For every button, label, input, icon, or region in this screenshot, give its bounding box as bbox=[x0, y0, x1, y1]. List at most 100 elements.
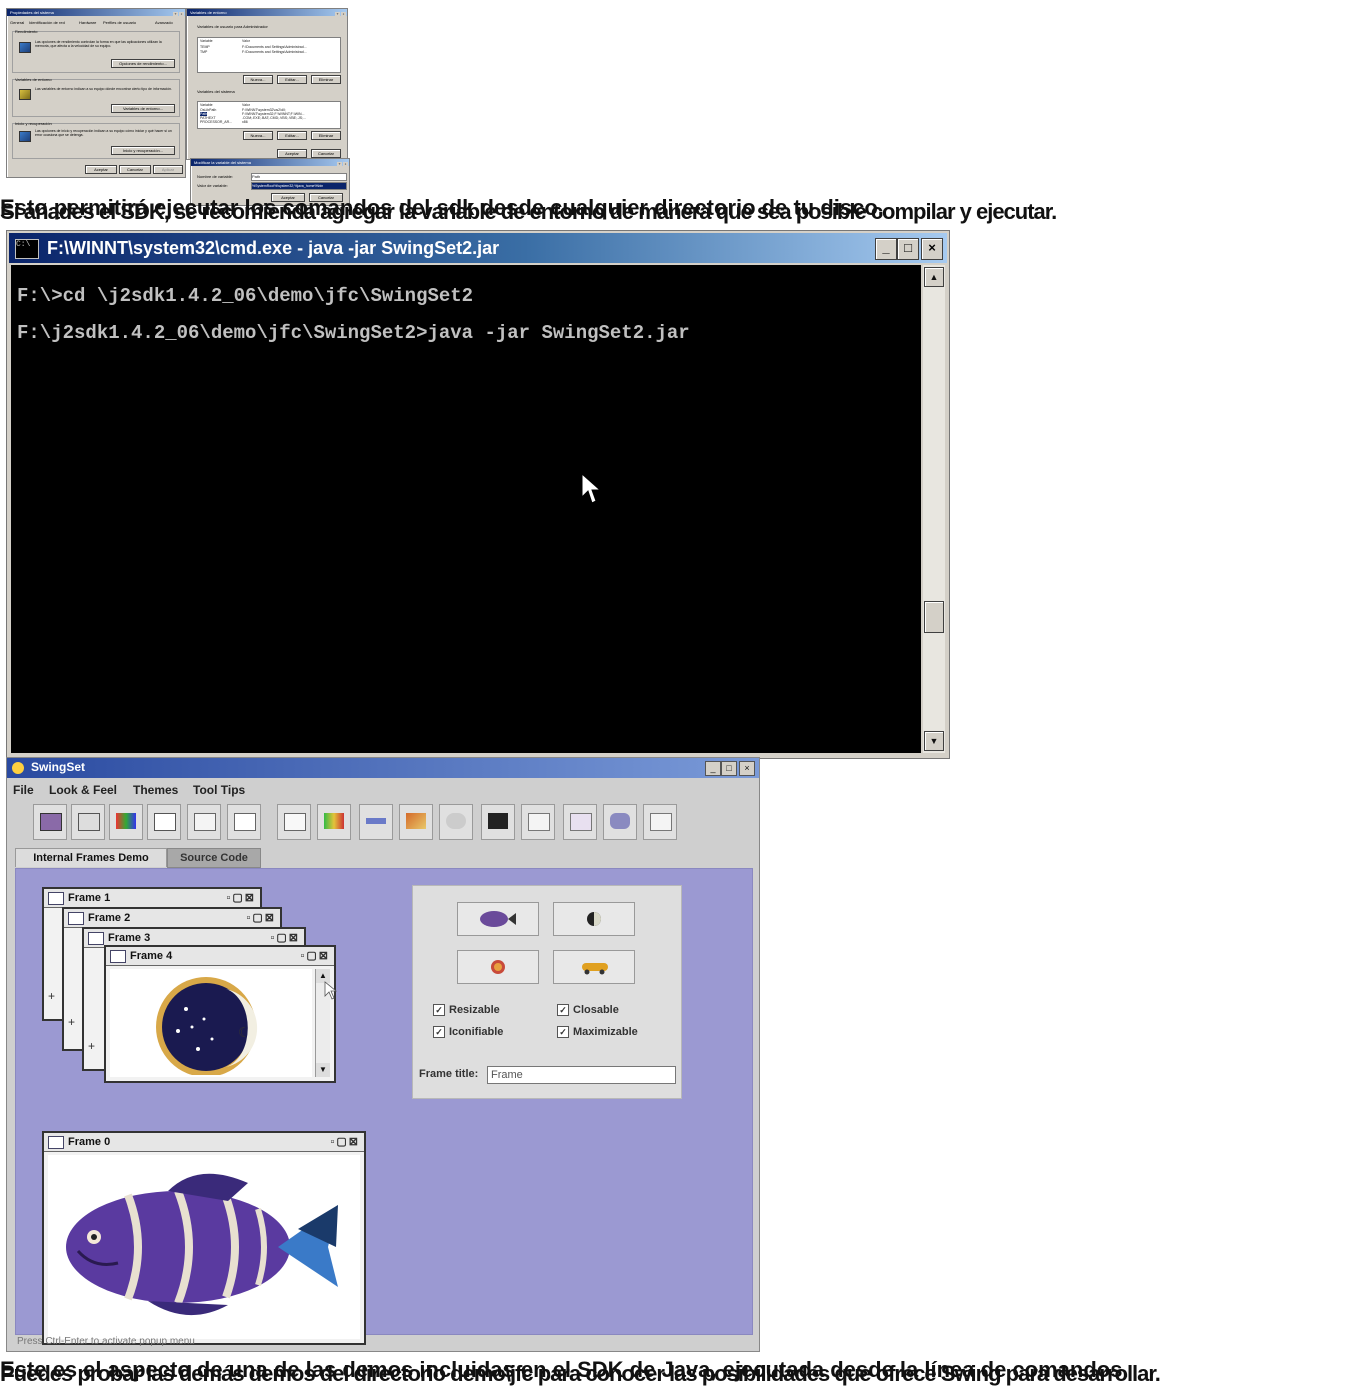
apply-button[interactable]: Aplicar bbox=[153, 165, 183, 174]
close-button[interactable]: × bbox=[341, 12, 346, 16]
tab-internal-frames-demo[interactable]: Internal Frames Demo bbox=[15, 848, 167, 867]
scroll-down-arrow-icon[interactable]: ▼ bbox=[316, 1063, 330, 1077]
performance-options-button[interactable]: Opciones de rendimiento... bbox=[111, 59, 175, 68]
menu-file[interactable]: File bbox=[13, 783, 34, 797]
cancel-button[interactable]: Cancelar bbox=[311, 149, 341, 158]
internal-frame-titlebar[interactable]: Frame 0 ▫▢⊠ bbox=[44, 1133, 364, 1152]
table-row[interactable]: F:\Documents and Settings\Administrad... bbox=[242, 50, 307, 54]
moon-image-icon: ☾ bbox=[156, 977, 258, 1075]
edit-user-var-button[interactable]: Editar... bbox=[277, 75, 307, 84]
create-cab-frame-button[interactable] bbox=[553, 950, 635, 984]
var-name-input[interactable]: Path bbox=[251, 173, 347, 181]
frame-controls[interactable]: ▫▢⊠ bbox=[330, 1133, 360, 1151]
maximize-button[interactable]: □ bbox=[721, 761, 737, 776]
ok-button[interactable]: Aceptar bbox=[277, 149, 307, 158]
swingset-titlebar[interactable]: SwingSet _ □ × bbox=[7, 758, 759, 778]
edit-system-var-button[interactable]: Editar... bbox=[277, 131, 307, 140]
table-row[interactable]: TEMP bbox=[200, 45, 210, 49]
close-button[interactable]: × bbox=[921, 238, 943, 260]
system-properties-titlebar: Propiedades del sistema ? × bbox=[7, 9, 185, 16]
scroll-pane-demo-button[interactable] bbox=[399, 804, 433, 840]
split-pane-demo-button[interactable] bbox=[481, 804, 515, 840]
user-vars-table[interactable]: Variable Valor TEMP F:\Documents and Set… bbox=[197, 37, 341, 73]
cancel-button[interactable]: Cancelar bbox=[119, 165, 151, 174]
help-button[interactable]: ? bbox=[335, 12, 340, 16]
internal-frame-4[interactable]: Frame 4 ▫▢⊠ ☾ ▲ ▼ bbox=[104, 945, 336, 1083]
var-value-input[interactable]: %SystemRoot%\system32;%java_home%\bin bbox=[251, 182, 347, 190]
buttons-demo-button[interactable] bbox=[71, 804, 105, 840]
scroll-up-arrow-icon[interactable]: ▲ bbox=[924, 267, 944, 287]
table-row[interactable]: PROCESSOR_AR... bbox=[200, 120, 232, 124]
frame-controls[interactable]: ▫▢⊠ bbox=[246, 909, 276, 927]
progress-bar-demo-button[interactable] bbox=[359, 804, 393, 840]
internal-frame-0[interactable]: Frame 0 ▫▢⊠ bbox=[42, 1131, 366, 1345]
internal-frame-titlebar[interactable]: Frame 1 ▫▢⊠ bbox=[44, 889, 260, 908]
create-moon-frame-button[interactable] bbox=[553, 902, 635, 936]
resizable-checkbox[interactable]: ✓ Resizable bbox=[433, 1004, 500, 1017]
table-header: Valor bbox=[242, 103, 250, 107]
scroll-down-arrow-icon[interactable]: ▼ bbox=[924, 731, 944, 751]
color-chooser-demo-button[interactable] bbox=[109, 804, 143, 840]
check-icon: ✓ bbox=[557, 1026, 569, 1039]
list-demo-button[interactable] bbox=[277, 804, 311, 840]
desktop-pane[interactable]: Frame 1 ▫▢⊠ + Frame 2 ▫▢⊠ + Frame 3 ▫▢⊠ + F… bbox=[15, 868, 753, 1345]
help-button[interactable]: ? bbox=[337, 162, 342, 166]
delete-system-var-button[interactable]: Eliminar bbox=[311, 131, 341, 140]
tab-user-profiles[interactable]: Perfiles de usuario bbox=[103, 20, 136, 25]
frame-controls[interactable]: ▫▢⊠ bbox=[226, 889, 256, 907]
internal-frame-titlebar[interactable]: Frame 2 ▫▢⊠ bbox=[64, 909, 280, 928]
menu-tool-tips[interactable]: Tool Tips bbox=[193, 783, 245, 797]
maximize-button[interactable]: □ bbox=[897, 238, 919, 260]
table-row[interactable]: TMP bbox=[200, 50, 207, 54]
file-chooser-demo-button[interactable] bbox=[187, 804, 221, 840]
table-row[interactable]: .COM;.EXE;.BAT;.CMD;.VBS;.VBE;.JS;... bbox=[242, 116, 306, 120]
new-user-var-button[interactable]: Nueva... bbox=[243, 75, 273, 84]
tooltip-demo-button[interactable] bbox=[603, 804, 637, 840]
system-vars-table[interactable]: Variable Valor OsLibPath F:\WINNT\system… bbox=[197, 101, 341, 129]
iconifiable-checkbox[interactable]: ✓ Iconifiable bbox=[433, 1026, 503, 1039]
swingset-title: SwingSet bbox=[31, 760, 86, 774]
frame-controls[interactable]: ▫▢⊠ bbox=[300, 947, 330, 965]
tab-network-id[interactable]: Identificación de red bbox=[29, 20, 65, 25]
minimize-button[interactable]: _ bbox=[705, 761, 721, 776]
tab-advanced[interactable]: Avanzado bbox=[155, 20, 173, 25]
internal-frames-demo-button[interactable] bbox=[33, 804, 67, 840]
cmd-titlebar[interactable]: C:\ F:\WINNT\system32\cmd.exe - java -ja… bbox=[9, 233, 947, 263]
combobox-demo-button[interactable] bbox=[147, 804, 181, 840]
paragraph-line: Si añades el SDK, se recomienda agregar … bbox=[0, 199, 1057, 224]
delete-user-var-button[interactable]: Eliminar bbox=[311, 75, 341, 84]
env-vars-button[interactable]: Variables de entorno... bbox=[111, 104, 175, 113]
closable-checkbox[interactable]: ✓ Closable bbox=[557, 1004, 619, 1017]
tabbed-pane-demo-button[interactable] bbox=[521, 804, 555, 840]
create-sun-frame-button[interactable] bbox=[457, 950, 539, 984]
moon-icon bbox=[587, 912, 601, 926]
frame-title-input[interactable]: Frame bbox=[487, 1066, 676, 1084]
ok-button[interactable]: Aceptar bbox=[85, 165, 117, 174]
startup-recovery-button[interactable]: Inicio y recuperación... bbox=[111, 146, 175, 155]
close-button[interactable]: × bbox=[739, 761, 755, 776]
close-button[interactable]: × bbox=[343, 162, 348, 166]
scroll-thumb[interactable] bbox=[924, 601, 944, 633]
create-fish-frame-button[interactable] bbox=[457, 902, 539, 936]
tab-source-code[interactable]: Source Code bbox=[167, 848, 261, 868]
option-pane-demo-button[interactable] bbox=[317, 804, 351, 840]
internal-frame-titlebar[interactable]: Frame 4 ▫▢⊠ bbox=[106, 947, 334, 966]
menu-themes[interactable]: Themes bbox=[133, 783, 178, 797]
minimize-button[interactable]: _ bbox=[875, 238, 897, 260]
table-row[interactable]: x86 bbox=[242, 120, 248, 124]
new-system-var-button[interactable]: Nueva... bbox=[243, 131, 273, 140]
table-row[interactable]: F:\Documents and Settings\Administrad... bbox=[242, 45, 307, 49]
html-demo-button[interactable] bbox=[227, 804, 261, 840]
tab-hardware[interactable]: Hardware bbox=[79, 20, 96, 25]
slider-demo-button[interactable] bbox=[439, 804, 473, 840]
maximizable-checkbox[interactable]: ✓ Maximizable bbox=[557, 1026, 638, 1039]
menu-look-and-feel[interactable]: Look & Feel bbox=[49, 783, 117, 797]
cmd-vertical-scrollbar[interactable]: ▲ ▼ bbox=[923, 265, 945, 753]
help-button[interactable]: ? bbox=[173, 12, 178, 16]
close-button[interactable]: × bbox=[179, 12, 184, 16]
console-output[interactable]: F:\>cd \j2sdk1.4.2_06\demo\jfc\SwingSet2… bbox=[11, 265, 921, 753]
tab-general[interactable]: General bbox=[10, 20, 24, 25]
table-demo-button[interactable] bbox=[563, 804, 597, 840]
java-icon bbox=[12, 762, 24, 774]
tree-demo-button[interactable] bbox=[643, 804, 677, 840]
